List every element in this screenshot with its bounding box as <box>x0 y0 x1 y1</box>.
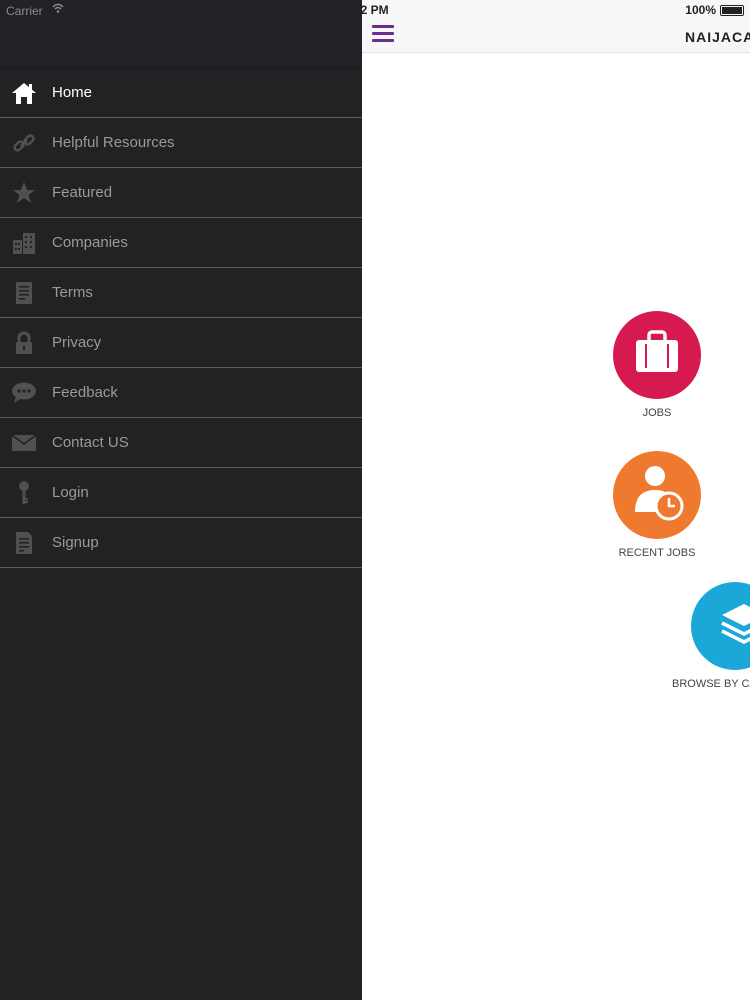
tile-browse-by-category[interactable]: BROWSE BY CAT <box>672 582 750 690</box>
menu-item-label: Signup <box>52 534 99 551</box>
status-time: 02 PM <box>362 3 389 17</box>
envelope-icon <box>11 430 37 456</box>
menu-item-label: Home <box>52 84 93 101</box>
lock-icon <box>11 330 37 356</box>
menu-item-label: Helpful Resources <box>52 134 175 151</box>
form-icon <box>11 530 37 556</box>
battery-percent: 100% <box>685 3 716 17</box>
menu-item-label: Featured <box>52 184 113 201</box>
main-panel: 02 PM 100% NAIJACAR JOBS RECENT JOBS <box>362 0 750 1000</box>
tile-jobs[interactable]: JOBS <box>613 311 701 419</box>
carrier-label: Carrier <box>6 4 43 18</box>
menu-item-label: Feedback <box>52 384 118 401</box>
jobs-circle <box>613 311 701 399</box>
menu-item-signup[interactable]: Signup <box>0 518 362 568</box>
wifi-icon <box>52 2 64 17</box>
status-bar-left: Carrier <box>0 0 362 22</box>
document-icon <box>11 280 37 306</box>
chat-bubble-icon <box>11 380 37 406</box>
tile-recent-jobs-label: RECENT JOBS <box>618 547 696 559</box>
briefcase-icon <box>632 329 682 381</box>
menu-item-contact-us[interactable]: Contact US <box>0 418 362 468</box>
tile-recent-jobs[interactable]: RECENT JOBS <box>607 451 707 559</box>
link-icon <box>11 130 37 156</box>
menu-item-label: Login <box>52 484 89 501</box>
key-icon <box>11 480 37 506</box>
tile-browse-label: BROWSE BY CAT <box>672 678 750 690</box>
recent-jobs-circle <box>613 451 701 539</box>
hamburger-menu-button[interactable] <box>372 25 394 43</box>
tile-jobs-label: JOBS <box>642 407 672 419</box>
menu-item-featured[interactable]: Featured <box>0 168 362 218</box>
menu-item-terms[interactable]: Terms <box>0 268 362 318</box>
person-clock-icon <box>627 462 687 529</box>
menu-item-privacy[interactable]: Privacy <box>0 318 362 368</box>
menu-item-label: Terms <box>52 284 93 301</box>
star-icon <box>11 180 37 206</box>
browse-circle <box>691 582 750 670</box>
drawer-menu: Home Helpful Resources Featured Companie… <box>0 67 362 568</box>
battery-icon <box>720 4 744 16</box>
menu-item-feedback[interactable]: Feedback <box>0 368 362 418</box>
menu-item-label: Companies <box>52 234 128 251</box>
top-bar: 02 PM 100% NAIJACAR <box>362 0 750 53</box>
buildings-icon <box>11 230 37 256</box>
menu-item-label: Privacy <box>52 334 102 351</box>
menu-item-label: Contact US <box>52 434 129 451</box>
menu-item-login[interactable]: Login <box>0 468 362 518</box>
layers-icon <box>718 602 750 651</box>
status-battery: 100% <box>685 3 744 17</box>
menu-item-home[interactable]: Home <box>0 68 362 118</box>
home-icon <box>11 80 37 106</box>
navigation-drawer: Carrier Home Helpful Resources Featured <box>0 0 362 1000</box>
menu-item-companies[interactable]: Companies <box>0 218 362 268</box>
app-title: NAIJACAR <box>685 29 750 45</box>
menu-item-helpful-resources[interactable]: Helpful Resources <box>0 118 362 168</box>
